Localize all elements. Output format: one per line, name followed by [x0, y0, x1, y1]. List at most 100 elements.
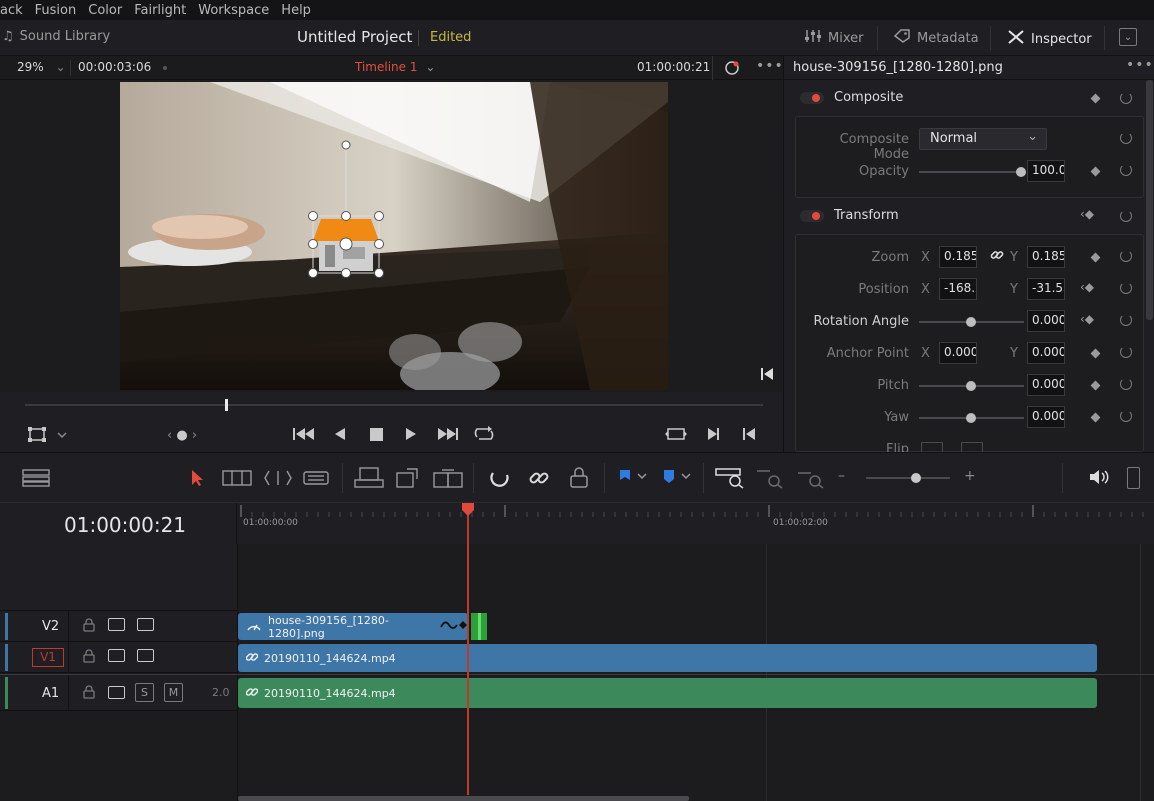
mute-button[interactable]: M — [164, 683, 183, 702]
reset-icon[interactable] — [1120, 132, 1132, 144]
prev-edit-button[interactable] — [743, 427, 756, 445]
pitch-field[interactable]: 0.000 — [1027, 374, 1065, 396]
keyframe-diamond-icon[interactable] — [1090, 93, 1101, 104]
reset-icon[interactable] — [1120, 314, 1132, 326]
reset-icon[interactable] — [1120, 346, 1132, 358]
menu-item-fairlight[interactable]: Fairlight — [128, 3, 192, 18]
video-frame[interactable] — [120, 82, 668, 390]
composite-toggle[interactable] — [800, 92, 824, 104]
expand-panel-button[interactable]: ⌄ — [1119, 28, 1137, 46]
detail-zoom-icon[interactable] — [756, 467, 786, 493]
reset-icon[interactable] — [1120, 210, 1132, 222]
jog-control[interactable]: ‹ ● › — [167, 428, 197, 443]
inspector-scrollbar[interactable] — [1146, 80, 1153, 320]
stop-button[interactable] — [370, 428, 383, 445]
track-destination-v1[interactable]: V1 — [32, 648, 64, 667]
trim-tool-icon[interactable] — [222, 469, 252, 491]
goto-end-button[interactable] — [437, 427, 459, 445]
goto-first-frame-icon[interactable] — [761, 367, 773, 385]
solo-button[interactable]: S — [135, 683, 154, 702]
zoom-y-field[interactable]: 0.185 — [1027, 246, 1065, 268]
menu-item-workspace[interactable]: Workspace — [192, 3, 275, 18]
next-edit-button[interactable] — [707, 427, 720, 445]
more-options-icon[interactable]: ••• — [1126, 57, 1154, 73]
playhead-handle[interactable] — [461, 503, 475, 521]
zoom-x-field[interactable]: 0.185 — [939, 246, 977, 268]
scrubber-track[interactable] — [25, 404, 763, 406]
playhead-line[interactable] — [467, 512, 469, 795]
opacity-field[interactable]: 100.00 — [1027, 160, 1065, 182]
menu-item-fusion[interactable]: Fusion — [29, 3, 83, 18]
link-icon[interactable] — [990, 248, 1004, 266]
snapping-icon[interactable] — [489, 467, 511, 493]
position-y-field[interactable]: -31.55 — [1027, 278, 1065, 300]
dynamic-trim-icon[interactable] — [263, 469, 293, 491]
menu-item-help[interactable]: Help — [275, 3, 317, 18]
pitch-slider-knob[interactable] — [966, 381, 976, 391]
reset-icon[interactable] — [1120, 378, 1132, 390]
yaw-field[interactable]: 0.000 — [1027, 406, 1065, 428]
reset-icon[interactable] — [1120, 164, 1132, 176]
overwrite-clip-icon[interactable] — [395, 467, 421, 493]
reset-icon[interactable] — [1120, 92, 1132, 104]
linked-selection-icon[interactable] — [528, 467, 550, 493]
lock-icon[interactable] — [83, 685, 95, 703]
zoom-in-icon[interactable]: + — [964, 468, 976, 484]
insert-clip-icon[interactable] — [354, 467, 384, 493]
transform-overlay[interactable] — [308, 140, 384, 278]
yaw-slider-knob[interactable] — [966, 413, 976, 423]
custom-zoom-icon[interactable] — [797, 467, 827, 493]
timeline-scrollbar[interactable] — [238, 796, 689, 801]
auto-select-icon[interactable] — [108, 649, 125, 662]
zoom-dropdown[interactable]: 29% ⌄ — [17, 60, 66, 74]
transform-overlay-icon[interactable] — [724, 60, 740, 79]
replace-clip-icon[interactable] — [432, 467, 464, 493]
clip-v2-house[interactable]: house-309156_[1280-1280].png — [238, 613, 468, 640]
edit-point-marker[interactable] — [478, 613, 481, 640]
composite-mode-dropdown[interactable]: Normal ⌄ — [919, 128, 1047, 150]
anchor-x-field[interactable]: 0.000 — [939, 342, 977, 364]
goto-start-button[interactable] — [293, 427, 315, 445]
lock-icon[interactable] — [83, 649, 95, 667]
play-reverse-button[interactable] — [334, 427, 346, 445]
speaker-icon[interactable] — [1089, 469, 1109, 489]
sound-library-button[interactable]: ♫ Sound Library — [2, 29, 110, 44]
viewer-mode-dropdown[interactable] — [28, 427, 72, 447]
zoom-slider-knob[interactable] — [911, 473, 921, 483]
loop-button[interactable] — [473, 426, 495, 446]
more-options-icon[interactable]: ••• — [756, 58, 784, 74]
reset-icon[interactable] — [1120, 410, 1132, 422]
rotation-slider-knob[interactable] — [966, 317, 976, 327]
play-button[interactable] — [405, 427, 417, 445]
full-extent-zoom-icon[interactable] — [715, 467, 745, 493]
transform-toggle[interactable] — [800, 210, 824, 222]
metadata-button[interactable]: Metadata — [893, 29, 979, 47]
keyframe-nav-icon[interactable]: ‹◆ — [1080, 207, 1094, 221]
lock-icon[interactable] — [83, 618, 95, 636]
flip-horizontal-button[interactable] — [921, 442, 943, 452]
auto-select-icon[interactable] — [108, 686, 125, 699]
keyframe-curve-icon[interactable] — [440, 619, 468, 634]
zoom-slider[interactable] — [866, 477, 950, 479]
auto-select-icon[interactable] — [108, 618, 125, 631]
selection-tool-icon[interactable] — [190, 469, 204, 491]
position-lock-icon[interactable] — [568, 467, 590, 493]
audio-meter-icon[interactable] — [1127, 467, 1140, 489]
scrubber-handle[interactable] — [225, 399, 228, 411]
track-visibility-icon[interactable] — [137, 618, 154, 631]
menu-item-color[interactable]: Color — [82, 3, 128, 18]
timeline-view-options-icon[interactable] — [22, 469, 50, 491]
transform-section-title[interactable]: Transform — [834, 208, 899, 223]
zoom-out-icon[interactable]: – — [838, 468, 845, 484]
position-x-field[interactable]: -168.2 — [939, 278, 977, 300]
mixer-button[interactable]: Mixer — [804, 29, 863, 47]
flag-dropdown[interactable] — [618, 469, 648, 489]
reset-icon[interactable] — [1120, 282, 1132, 294]
reset-icon[interactable] — [1120, 250, 1132, 262]
rotation-field[interactable]: 0.000 — [1027, 310, 1065, 332]
timeline-name-dropdown[interactable]: Timeline 1 ⌄ — [355, 60, 435, 74]
anchor-y-field[interactable]: 0.000 — [1027, 342, 1065, 364]
menu-item-edit[interactable]: ack — [0, 3, 29, 18]
keyframe-nav-icon[interactable]: ‹◆ — [1080, 280, 1094, 294]
marker-dropdown[interactable] — [662, 469, 692, 489]
